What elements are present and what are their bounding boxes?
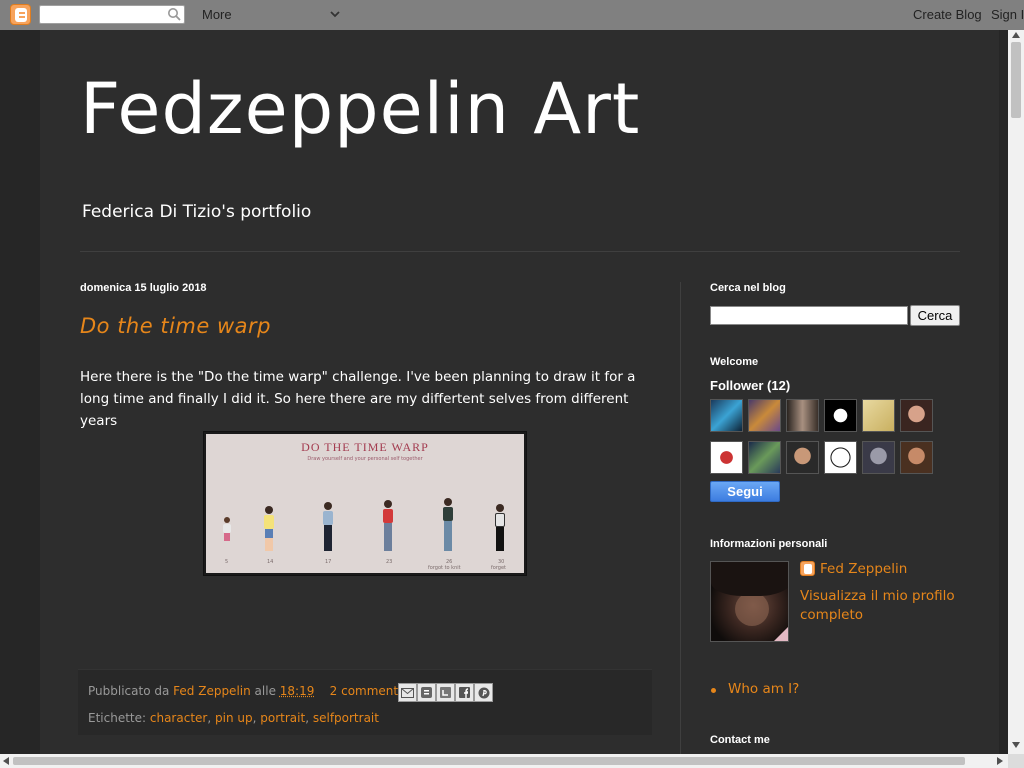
follower-avatar[interactable] [862, 399, 895, 432]
blog-description: Federica Di Tizio's portfolio [82, 202, 312, 222]
column-divider [680, 282, 681, 754]
figure-age-23 [381, 500, 395, 551]
scrollbar-corner [1008, 754, 1024, 768]
follower-avatar[interactable] [710, 441, 743, 474]
age-caption: forget [491, 565, 506, 571]
post-image[interactable]: DO THE TIME WARP Draw yourself and your … [203, 431, 527, 576]
author-link[interactable]: Fed Zeppelin [173, 684, 251, 698]
figure-age-14 [262, 506, 276, 551]
figure-age-26 [441, 498, 455, 551]
follower-avatar[interactable] [824, 399, 857, 432]
follow-button[interactable]: Segui [710, 481, 780, 502]
labels-prefix: Etichette: [88, 711, 147, 725]
share-buttons [398, 683, 493, 703]
age-label: 23 [386, 559, 393, 565]
age-caption: forgot to knit [428, 565, 461, 571]
time-warp-illustration: DO THE TIME WARP Draw yourself and your … [206, 434, 524, 573]
scroll-up-arrow-icon[interactable] [1012, 32, 1020, 38]
figure-age-17 [321, 502, 335, 551]
illustration-subheading: Draw yourself and your personal self tog… [307, 456, 423, 462]
sign-in-link[interactable]: Sign In [991, 7, 1024, 22]
post-body-text: Here there is the "Do the time warp" cha… [80, 369, 636, 429]
age-label: 5 [225, 559, 229, 565]
follower-avatar[interactable] [900, 399, 933, 432]
create-blog-link[interactable]: Create Blog [913, 7, 982, 22]
blog-search-input[interactable] [710, 306, 908, 325]
age-label: 14 [267, 559, 274, 565]
page-margin-left [0, 30, 40, 754]
profile-name-link[interactable]: Fed Zeppelin [820, 561, 907, 577]
list-bullet [711, 688, 716, 693]
post-time-link[interactable]: 18:19 [280, 684, 315, 698]
scroll-right-arrow-icon[interactable] [997, 757, 1003, 765]
facebook-icon[interactable] [455, 683, 474, 702]
welcome-heading: Welcome [710, 356, 759, 368]
at-label: alle [254, 684, 276, 698]
view-profile-link[interactable]: Visualizza il mio profilo completo [800, 587, 960, 625]
follower-avatar[interactable] [900, 441, 933, 474]
navbar-search-input[interactable] [39, 5, 185, 24]
page-margin-right [999, 30, 1008, 754]
pinterest-icon[interactable] [474, 683, 493, 702]
follower-avatar[interactable] [824, 441, 857, 474]
vertical-scroll-thumb[interactable] [1011, 42, 1021, 118]
page-link-who-am-i[interactable]: Who am I? [728, 681, 799, 697]
contact-heading: Contact me [710, 734, 770, 746]
profile-heading: Informazioni personali [710, 538, 828, 550]
post-date: domenica 15 luglio 2018 [80, 282, 207, 294]
horizontal-scrollbar[interactable] [0, 754, 1008, 768]
age-label: 17 [325, 559, 332, 565]
post-title[interactable]: Do the time warp [80, 314, 271, 338]
scroll-down-arrow-icon[interactable] [1012, 742, 1020, 748]
scroll-left-arrow-icon[interactable] [3, 757, 9, 765]
follower-avatar[interactable] [786, 399, 819, 432]
blogger-profile-icon [800, 561, 815, 576]
chevron-down-icon[interactable] [329, 8, 341, 20]
label-link[interactable]: selfportrait [313, 711, 379, 725]
comments-link[interactable]: 2 commenti: [330, 684, 406, 698]
post-byline: Pubblicato da Fed Zeppelin alle 18:19 2 … [88, 684, 405, 698]
email-icon[interactable] [398, 683, 417, 702]
label-link[interactable]: pin up [215, 711, 253, 725]
followers-heading: Follower (12) [710, 378, 791, 393]
post-labels: Etichette: character, pin up, portrait, … [88, 711, 379, 725]
header-divider [80, 251, 960, 252]
search-button[interactable]: Cerca [910, 305, 960, 326]
blogger-navbar: More Create Blog Sign In [0, 0, 1024, 30]
follower-avatar[interactable] [748, 399, 781, 432]
blogger-logo-icon[interactable] [10, 4, 31, 25]
more-menu[interactable]: More [202, 7, 232, 22]
figure-age-30 [493, 504, 507, 551]
post-footer: Pubblicato da Fed Zeppelin alle 18:19 2 … [78, 669, 652, 735]
blog-title[interactable]: Fedzeppelin Art [80, 68, 640, 150]
vertical-scrollbar[interactable] [1008, 30, 1024, 754]
follower-avatar[interactable] [862, 441, 895, 474]
illustration-heading: DO THE TIME WARP [301, 440, 429, 454]
search-widget-heading: Cerca nel blog [710, 282, 786, 294]
search-icon[interactable] [167, 7, 181, 21]
twitter-icon[interactable] [436, 683, 455, 702]
follower-avatar[interactable] [786, 441, 819, 474]
label-link[interactable]: portrait [260, 711, 305, 725]
horizontal-scroll-thumb[interactable] [13, 757, 965, 765]
follower-avatar[interactable] [748, 441, 781, 474]
published-by-label: Pubblicato da [88, 684, 170, 698]
profile-photo[interactable] [710, 561, 789, 642]
blogger-icon[interactable] [417, 683, 436, 702]
label-link[interactable]: character [150, 711, 207, 725]
figure-age-5 [220, 517, 234, 541]
follower-avatar[interactable] [710, 399, 743, 432]
